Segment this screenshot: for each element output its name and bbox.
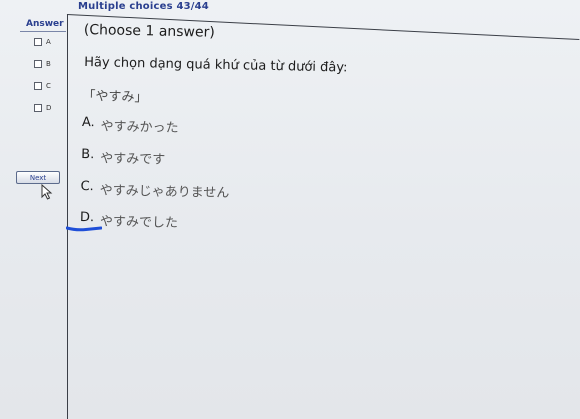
- answer-option-a-label: A: [46, 38, 51, 46]
- panel-divider-vertical: [67, 14, 68, 419]
- answer-choice-c: C. やすみじゃありません: [80, 179, 229, 201]
- hand-drawn-underline: [66, 226, 102, 232]
- checkbox-d[interactable]: [34, 104, 42, 112]
- checkbox-b[interactable]: [34, 60, 42, 68]
- next-button[interactable]: Next: [16, 171, 60, 184]
- answer-choice-a-text: やすみかった: [100, 119, 179, 137]
- answer-choice-a: A. やすみかった: [82, 115, 179, 136]
- mouse-cursor-icon: [41, 184, 53, 200]
- answer-option-c[interactable]: C: [34, 82, 51, 90]
- answer-option-d-label: D: [46, 104, 52, 112]
- answer-choice-d-text: やすみでした: [99, 214, 179, 232]
- answer-choice-c-text: やすみじゃありません: [99, 183, 230, 202]
- question-counter: Multiple choices 43/44: [78, 1, 209, 12]
- checkbox-a[interactable]: [34, 38, 42, 46]
- answer-option-d[interactable]: D: [34, 104, 51, 112]
- answer-choice-b: B. やすみです: [81, 147, 165, 168]
- question-word: 「やすみ」: [82, 88, 148, 106]
- answer-panel-title: Answer: [26, 19, 64, 29]
- answer-instruction: (Choose 1 answer): [83, 22, 215, 41]
- question-prompt: Hãy chọn dạng quá khứ của từ dưới đây:: [83, 55, 348, 76]
- checkbox-c[interactable]: [34, 82, 42, 90]
- answer-choice-b-text: やすみです: [100, 151, 166, 168]
- answer-option-b-label: B: [46, 60, 51, 68]
- answer-panel-divider: [20, 31, 66, 32]
- answer-choice-c-letter: C.: [80, 178, 94, 195]
- quiz-screen: Multiple choices 43/44 Answer A B C D Ne…: [0, 0, 580, 419]
- answer-option-b[interactable]: B: [34, 60, 51, 68]
- answer-option-c-label: C: [46, 82, 51, 90]
- answer-choice-a-letter: A.: [81, 114, 95, 131]
- answer-option-a[interactable]: A: [34, 38, 51, 46]
- answer-choice-b-letter: B.: [81, 146, 95, 163]
